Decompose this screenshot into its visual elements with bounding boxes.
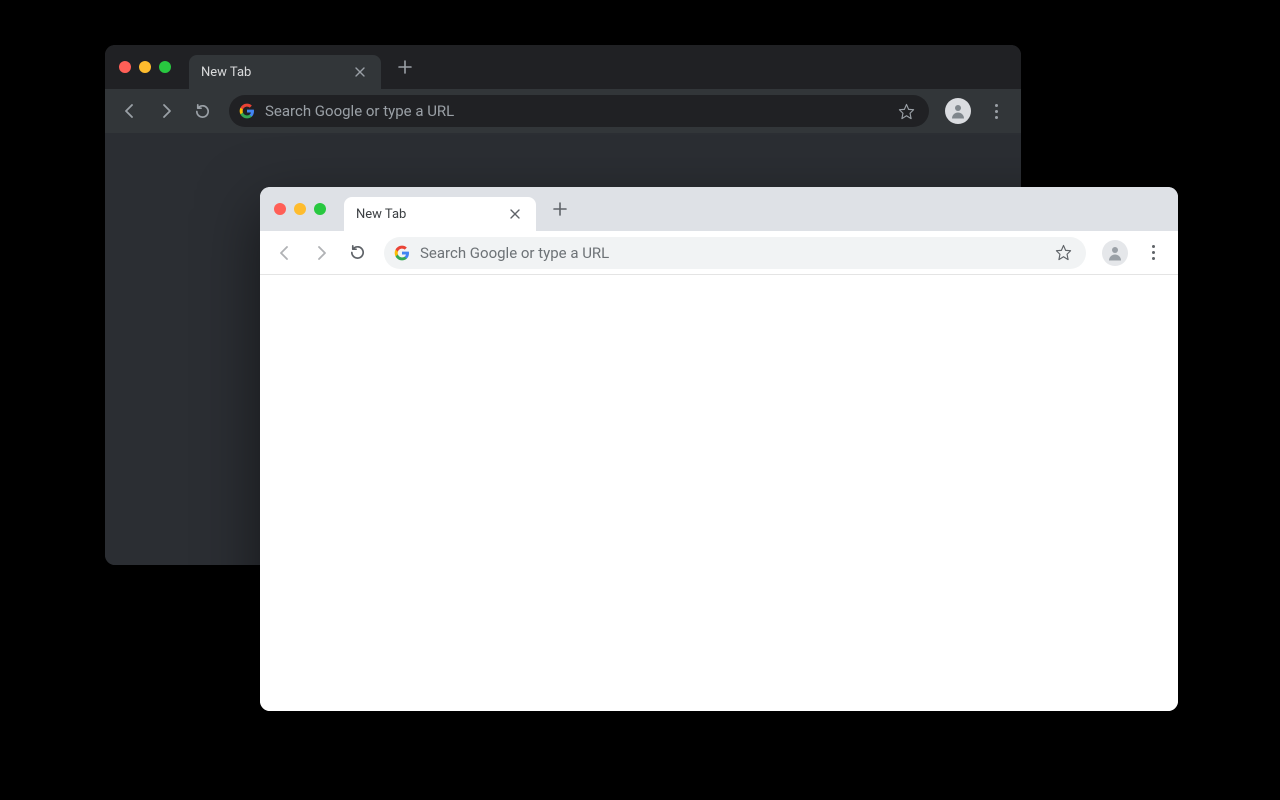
person-icon	[949, 102, 967, 120]
google-icon	[239, 103, 255, 119]
address-bar[interactable]: Search Google or type a URL	[384, 237, 1086, 269]
toolbar: Search Google or type a URL	[260, 231, 1178, 275]
minimize-window-button[interactable]	[294, 203, 306, 215]
new-tab-button[interactable]	[546, 195, 574, 223]
person-icon	[1106, 244, 1124, 262]
reload-button[interactable]	[342, 238, 372, 268]
forward-button[interactable]	[151, 96, 181, 126]
bookmark-button[interactable]	[893, 98, 919, 124]
close-tab-button[interactable]	[351, 63, 369, 81]
plus-icon	[396, 58, 414, 76]
browser-tab[interactable]: New Tab	[189, 55, 381, 89]
toolbar: Search Google or type a URL	[105, 89, 1021, 133]
kebab-dot-icon	[1152, 245, 1155, 248]
close-window-button[interactable]	[274, 203, 286, 215]
tab-strip: New Tab	[260, 187, 1178, 231]
address-bar[interactable]: Search Google or type a URL	[229, 95, 929, 127]
window-controls	[119, 61, 171, 73]
new-tab-button[interactable]	[391, 53, 419, 81]
plus-icon	[551, 200, 569, 218]
maximize-window-button[interactable]	[159, 61, 171, 73]
browser-tab[interactable]: New Tab	[344, 197, 536, 231]
tab-title: New Tab	[356, 207, 498, 222]
address-bar-placeholder: Search Google or type a URL	[420, 244, 1040, 262]
profile-button[interactable]	[945, 98, 971, 124]
menu-button[interactable]	[981, 96, 1011, 126]
window-controls	[274, 203, 326, 215]
kebab-dot-icon	[995, 104, 998, 107]
back-button[interactable]	[115, 96, 145, 126]
chrome-window-light: New Tab Search Google or type a URL	[260, 187, 1178, 711]
profile-button[interactable]	[1102, 240, 1128, 266]
reload-button[interactable]	[187, 96, 217, 126]
minimize-window-button[interactable]	[139, 61, 151, 73]
google-icon	[394, 245, 410, 261]
tab-title: New Tab	[201, 65, 343, 80]
back-button[interactable]	[270, 238, 300, 268]
close-tab-button[interactable]	[506, 205, 524, 223]
bookmark-button[interactable]	[1050, 240, 1076, 266]
close-window-button[interactable]	[119, 61, 131, 73]
maximize-window-button[interactable]	[314, 203, 326, 215]
page-content	[260, 275, 1178, 711]
tab-strip: New Tab	[105, 45, 1021, 89]
forward-button[interactable]	[306, 238, 336, 268]
menu-button[interactable]	[1138, 238, 1168, 268]
address-bar-placeholder: Search Google or type a URL	[265, 102, 883, 120]
